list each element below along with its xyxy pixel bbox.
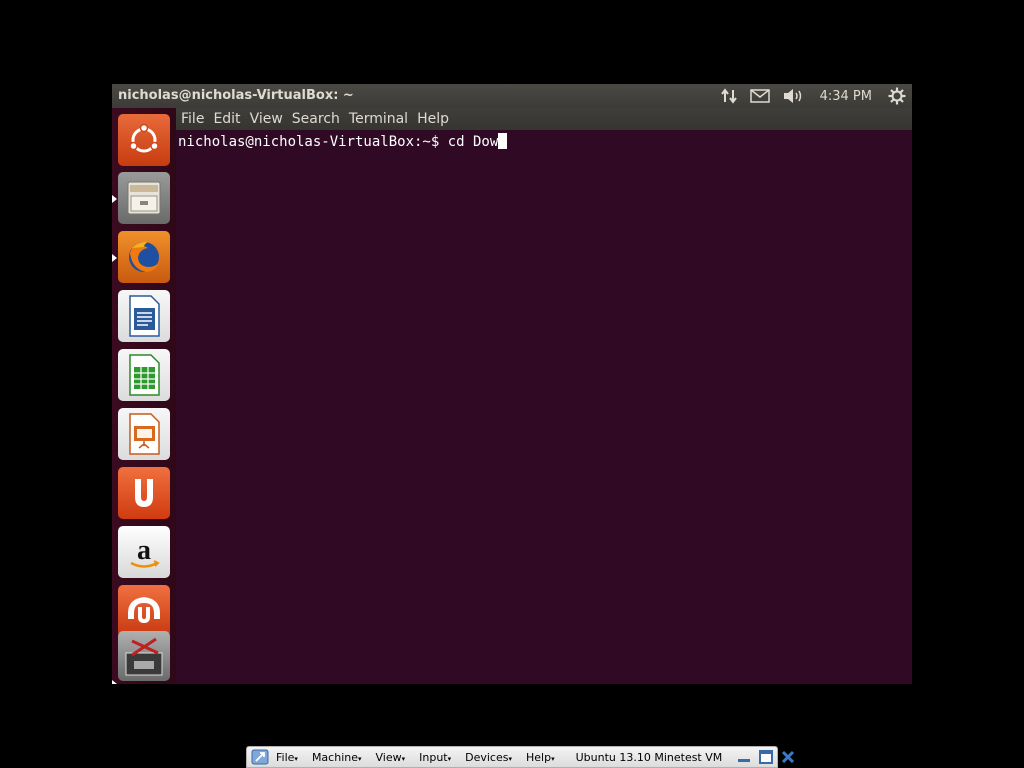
shell-prompt: nicholas@nicholas-VirtualBox:~$	[178, 134, 448, 150]
mail-icon[interactable]	[744, 84, 776, 108]
pin-icon[interactable]	[251, 749, 269, 765]
terminal-menubar: File Edit View Search Terminal Help	[176, 108, 912, 130]
running-indicator	[112, 680, 117, 684]
terminal-area[interactable]: nicholas@nicholas-VirtualBox:~$ cd Dow	[176, 130, 912, 684]
indicator-area: 4:34 PM	[714, 84, 912, 108]
vb-menu-machine[interactable]: Machine▾	[305, 751, 369, 764]
ubuntu-dash-icon[interactable]	[118, 114, 170, 166]
menu-edit[interactable]: Edit	[208, 111, 244, 127]
workspace-switcher-icon[interactable]	[118, 631, 170, 681]
menu-file[interactable]: File	[176, 111, 208, 127]
virtualbox-status-bar: File▾ Machine▾ View▾ Input▾ Devices▾ Hel…	[246, 746, 795, 768]
vb-menu-input[interactable]: Input▾	[412, 751, 458, 764]
top-panel: nicholas@nicholas-VirtualBox: ~ 4:34 PM	[112, 84, 912, 108]
text-cursor	[498, 133, 508, 149]
files-icon[interactable]	[118, 172, 170, 224]
running-indicator	[112, 254, 117, 262]
vb-menu-help[interactable]: Help▾	[519, 751, 562, 764]
libreoffice-writer-icon[interactable]	[118, 290, 170, 342]
network-updown-icon[interactable]	[714, 84, 744, 108]
restore-icon[interactable]	[758, 750, 774, 764]
prompt-line: nicholas@nicholas-VirtualBox:~$ cd Dow	[178, 133, 508, 150]
vm-screen: nicholas@nicholas-VirtualBox: ~ 4:34 PM …	[112, 84, 912, 684]
minimize-icon[interactable]	[736, 750, 752, 764]
menu-search[interactable]: Search	[287, 111, 344, 127]
volume-icon[interactable]	[776, 84, 810, 108]
libreoffice-impress-icon[interactable]	[118, 408, 170, 460]
vm-title: Ubuntu 13.10 Minetest VM	[575, 750, 723, 764]
amazon-icon[interactable]: a	[118, 526, 170, 578]
ubuntu-software-center-icon[interactable]	[118, 467, 170, 519]
launcher: a	[112, 108, 177, 684]
vb-menu-devices[interactable]: Devices▾	[458, 751, 519, 764]
running-indicator	[112, 195, 117, 203]
command-input[interactable]: cd Dow	[448, 134, 499, 150]
libreoffice-calc-icon[interactable]	[118, 349, 170, 401]
ubuntu-one-icon[interactable]	[118, 585, 170, 637]
svg-text:a: a	[137, 535, 151, 566]
menu-view[interactable]: View	[245, 111, 287, 127]
window-title: nicholas@nicholas-VirtualBox: ~	[118, 88, 354, 103]
menu-terminal[interactable]: Terminal	[344, 111, 412, 127]
firefox-icon[interactable]	[118, 231, 170, 283]
vb-menu-file[interactable]: File▾	[269, 751, 305, 764]
clock[interactable]: 4:34 PM	[810, 84, 882, 108]
vb-menu-view[interactable]: View▾	[369, 751, 413, 764]
menu-help[interactable]: Help	[412, 111, 453, 127]
gear-icon[interactable]	[882, 84, 912, 108]
close-icon[interactable]	[780, 750, 796, 764]
